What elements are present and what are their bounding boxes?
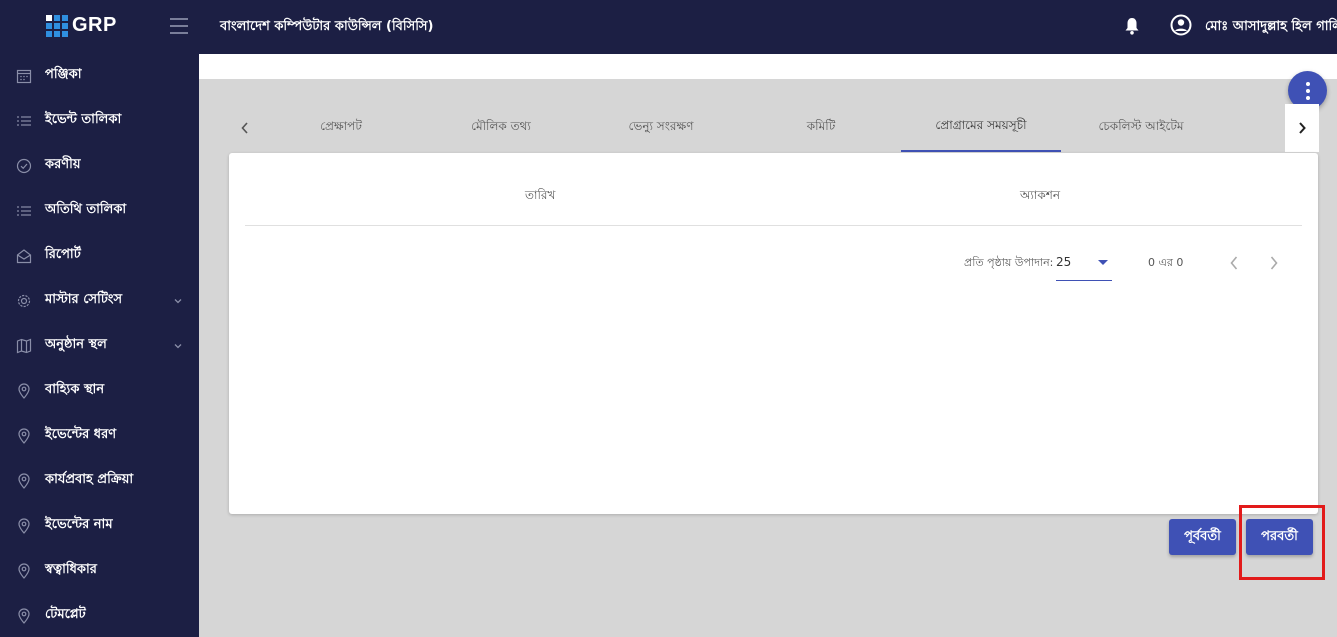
chevron-down-icon[interactable] [173, 341, 183, 351]
previous-page-button[interactable] [1222, 251, 1246, 275]
sidebar-item-label: অতিথি তালিকা [45, 202, 127, 217]
tab-label: প্রেক্ষাপট [320, 119, 362, 133]
sidebar-item-label: রিপোর্ট [45, 247, 81, 262]
location-pin-icon [18, 472, 30, 489]
content-header-strip [199, 54, 1337, 79]
tab-checklist-item[interactable]: চেকলিস্ট আইটেম [1061, 104, 1221, 152]
location-pin-icon [18, 562, 30, 579]
sidebar-item-label: করণীয় [45, 157, 81, 172]
sidebar-item-todo[interactable]: করণীয় [0, 143, 199, 188]
location-pin-icon [18, 382, 30, 399]
mail-open-icon [16, 248, 32, 263]
sidebar-item-label: কার্যপ্রবাহ প্রক্রিয়া [45, 472, 134, 487]
location-pin-icon [18, 517, 30, 534]
previous-button[interactable]: পূর্ববর্তী [1169, 519, 1236, 555]
page-size-value: 25 [1056, 255, 1072, 269]
sidebar-item-label: বাহ্যিক স্থান [45, 382, 105, 397]
sidebar-item-master-settings[interactable]: মাস্টার সেটিংস [0, 278, 199, 323]
sidebar-item-label: ইভেন্টের ধরণ [45, 427, 117, 442]
tab-label: চেকলিস্ট আইটেম [1098, 119, 1184, 133]
sidebar-item-label: ইভেন্টের নাম [45, 517, 113, 532]
dropdown-arrow-icon [1098, 260, 1108, 265]
items-per-page-label: প্রতি পৃষ্ঠায় উপাদান: [964, 256, 1054, 269]
tab-background[interactable]: প্রেক্ষাপট [261, 104, 421, 152]
tab-venue-booking[interactable]: ভেন্যু সংরক্ষণ [581, 104, 741, 152]
sidebar-item-calendar[interactable]: পঞ্জিকা [0, 53, 199, 98]
sidebar-item-label: ইভেন্ট তালিকা [45, 112, 122, 127]
sidebar-item-label: অনুষ্ঠান স্থল [45, 337, 107, 352]
sidebar-item-event-type[interactable]: ইভেন্টের ধরণ [0, 413, 199, 458]
sidebar-item-venue[interactable]: অনুষ্ঠান স্থল [0, 323, 199, 368]
org-title: বাংলাদেশ কম্পিউটার কাউন্সিল (বিসিসি) [220, 19, 434, 34]
chevron-left-icon [241, 122, 248, 134]
location-pin-icon [18, 427, 30, 444]
sidebar-item-label: টেমপ্লেট [45, 607, 86, 622]
bell-icon[interactable] [1124, 17, 1140, 35]
location-pin-icon [18, 607, 30, 624]
sidebar: পঞ্জিকা ইভেন্ট তালিকা করণীয় অতিথি তালিক… [0, 54, 199, 637]
list-icon [17, 115, 31, 126]
tab-committee[interactable]: কমিটি [741, 104, 901, 152]
sidebar-item-guest-list[interactable]: অতিথি তালিকা [0, 188, 199, 233]
sidebar-item-label: স্বত্বাধিকার [45, 562, 97, 577]
top-header: GRP বাংলাদেশ কম্পিউটার কাউন্সিল (বিসিসি)… [0, 0, 1337, 54]
table-divider [245, 225, 1302, 226]
sidebar-item-label: পঞ্জিকা [45, 67, 82, 82]
column-header-action: অ্যাকশন [1020, 188, 1061, 202]
logo-text: GRP [72, 14, 117, 36]
sidebar-item-report[interactable]: রিপোর্ট [0, 233, 199, 278]
tab-bar: প্রেক্ষাপট মৌলিক তথ্য ভেন্যু সংরক্ষণ কমি… [229, 104, 1319, 152]
tab-basic-info[interactable]: মৌলিক তথ্য [421, 104, 581, 152]
tab-label: কমিটি [806, 119, 836, 133]
highlight-box [1239, 505, 1325, 580]
calendar-icon [16, 69, 32, 83]
next-page-button[interactable] [1262, 251, 1286, 275]
tab-label: প্রোগ্রামের সময়সূচী [935, 118, 1027, 132]
schedule-table-card: তারিখ অ্যাকশন প্রতি পৃষ্ঠায় উপাদান: 25 … [229, 153, 1318, 514]
menu-icon[interactable] [170, 18, 188, 34]
sidebar-item-template[interactable]: টেমপ্লেট [0, 593, 199, 637]
check-circle-icon [16, 158, 32, 173]
chevron-right-icon [1270, 256, 1278, 270]
sidebar-item-external-place[interactable]: বাহ্যিক স্থান [0, 368, 199, 413]
gear-icon [17, 294, 31, 307]
tab-label: মৌলিক তথ্য [471, 119, 531, 133]
chevron-left-icon [1230, 256, 1238, 270]
tab-program-schedule[interactable]: প্রোগ্রামের সময়সূচী [901, 104, 1061, 152]
user-name[interactable]: মোঃ আসাদুল্লাহ হিল গালিব [1205, 17, 1337, 38]
sidebar-item-event-name[interactable]: ইভেন্টের নাম [0, 503, 199, 548]
chevron-right-icon [1299, 122, 1306, 134]
logo-grid-icon [46, 14, 68, 37]
tab-label: ভেন্যু সংরক্ষণ [628, 119, 694, 133]
tab-scroll-left-button[interactable] [229, 104, 261, 152]
sidebar-item-label: মাস্টার সেটিংস [45, 292, 123, 307]
sidebar-item-event-list[interactable]: ইভেন্ট তালিকা [0, 98, 199, 143]
list-icon [17, 205, 31, 216]
page-range-label: 0 এর 0 [1148, 256, 1184, 269]
sidebar-item-ownership[interactable]: স্বত্বাধিকার [0, 548, 199, 593]
tab-scroll-right-button[interactable] [1285, 104, 1319, 152]
sidebar-item-workflow[interactable]: কার্যপ্রবাহ প্রক্রিয়া [0, 458, 199, 503]
account-circle-icon[interactable] [1170, 14, 1192, 36]
grp-logo[interactable]: GRP [46, 14, 117, 37]
more-vert-icon [1305, 80, 1310, 101]
page-size-select[interactable]: 25 [1056, 249, 1112, 281]
map-icon [16, 338, 32, 353]
column-header-date[interactable]: তারিখ [525, 187, 555, 207]
chevron-down-icon[interactable] [173, 296, 183, 306]
